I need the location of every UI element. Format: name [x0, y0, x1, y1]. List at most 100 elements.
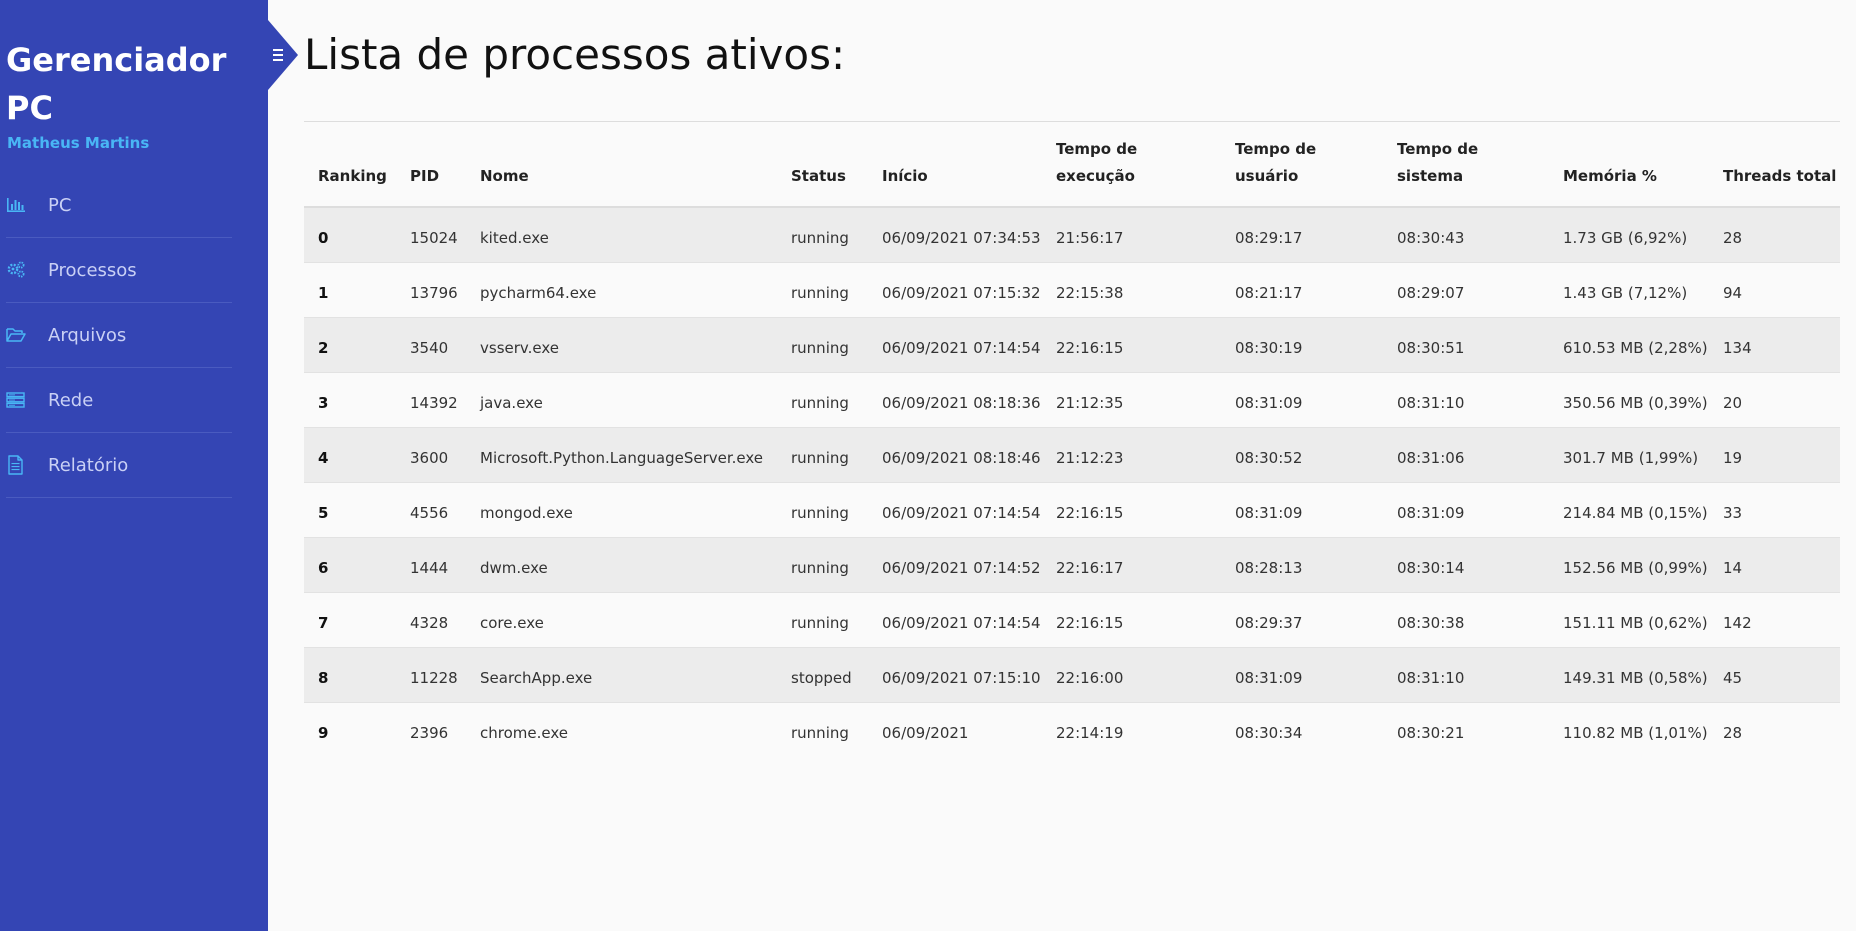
table-row[interactable]: 2 3540 vsserv.exe running 06/09/2021 07:14:5…	[304, 317, 1840, 373]
cell-nome: vsserv.exe	[466, 317, 777, 373]
table-row[interactable]: 1 13796 pycharm64.exe running 06/09/2021 07:…	[304, 262, 1840, 318]
table-row[interactable]: 8 11228 SearchApp.exe stopped 06/09/2021 07:…	[304, 647, 1840, 703]
sidebar-item-arquivos[interactable]: Arquivos	[6, 303, 232, 368]
bar-chart-icon	[6, 197, 48, 213]
cell-threads: 142	[1709, 592, 1840, 648]
table-header-row: Ranking PID Nome Status Início Tempo de …	[304, 121, 1840, 208]
cell-inicio: 06/09/2021 07:34:53	[868, 206, 1042, 263]
table-row[interactable]: 3 14392 java.exe running 06/09/2021 08:18:36…	[304, 372, 1840, 428]
col-header-inicio[interactable]: Início	[868, 121, 1042, 208]
cell-tempo-sistema: 08:31:10	[1383, 647, 1549, 703]
cell-threads: 20	[1709, 372, 1840, 428]
sidebar-item-label: Arquivos	[48, 324, 127, 346]
cell-tempo-usuario: 08:30:52	[1221, 427, 1383, 483]
cell-threads: 94	[1709, 262, 1840, 318]
cell-memoria: 610.53 MB (2,28%)	[1549, 317, 1709, 373]
col-header-status[interactable]: Status	[777, 121, 868, 208]
cell-threads: 33	[1709, 482, 1840, 538]
cell-inicio: 06/09/2021	[868, 702, 1042, 757]
author-name: Matheus Martins	[7, 134, 150, 152]
cell-tempo-usuario: 08:31:09	[1221, 482, 1383, 538]
cell-inicio: 06/09/2021 07:14:54	[868, 482, 1042, 538]
cell-tempo-execucao: 21:12:23	[1042, 427, 1221, 483]
cell-ranking: 7	[304, 592, 396, 648]
col-header-nome[interactable]: Nome	[466, 121, 777, 208]
cell-tempo-execucao: 22:14:19	[1042, 702, 1221, 757]
cell-ranking: 8	[304, 647, 396, 703]
sidebar-nav: PC Processos Arquivos Rede Relatório	[6, 173, 232, 498]
table-row[interactable]: 4 3600 Microsoft.Python.LanguageServer.exe…	[304, 427, 1840, 483]
sidebar-toggle-button[interactable]	[268, 20, 298, 90]
cell-status: running	[777, 262, 868, 318]
cell-pid: 11228	[396, 647, 466, 703]
app-brand[interactable]: Gerenciador PC	[6, 36, 246, 132]
cell-tempo-sistema: 08:31:06	[1383, 427, 1549, 483]
col-header-threads[interactable]: Threads total	[1709, 121, 1840, 208]
cell-nome: java.exe	[466, 372, 777, 428]
cell-ranking: 6	[304, 537, 396, 593]
col-header-memoria[interactable]: Memória %	[1549, 121, 1709, 208]
cell-pid: 1444	[396, 537, 466, 593]
cell-tempo-execucao: 22:15:38	[1042, 262, 1221, 318]
cell-nome: chrome.exe	[466, 702, 777, 757]
cell-nome: SearchApp.exe	[466, 647, 777, 703]
cell-status: running	[777, 317, 868, 373]
table-row[interactable]: 9 2396 chrome.exe running 06/09/2021 22:14:19…	[304, 702, 1840, 757]
sidebar-item-pc[interactable]: PC	[6, 173, 232, 238]
cell-tempo-usuario: 08:30:19	[1221, 317, 1383, 373]
cell-pid: 13796	[396, 262, 466, 318]
cell-inicio: 06/09/2021 07:15:10	[868, 647, 1042, 703]
menu-icon	[273, 49, 283, 61]
cell-memoria: 110.82 MB (1,01%)	[1549, 702, 1709, 757]
cell-pid: 2396	[396, 702, 466, 757]
cell-threads: 28	[1709, 702, 1840, 757]
col-header-tempo-sistema[interactable]: Tempo de sistema	[1383, 121, 1549, 208]
cell-inicio: 06/09/2021 07:14:54	[868, 317, 1042, 373]
cell-tempo-sistema: 08:30:14	[1383, 537, 1549, 593]
sidebar-item-processos[interactable]: Processos	[6, 238, 232, 303]
cell-threads: 14	[1709, 537, 1840, 593]
cell-status: running	[777, 537, 868, 593]
table-row[interactable]: 5 4556 mongod.exe running 06/09/2021 07:14:5…	[304, 482, 1840, 538]
cell-tempo-usuario: 08:30:34	[1221, 702, 1383, 757]
cell-tempo-sistema: 08:31:09	[1383, 482, 1549, 538]
sidebar-item-label: PC	[48, 194, 72, 216]
cell-ranking: 0	[304, 206, 396, 263]
col-header-tempo-execucao[interactable]: Tempo de execução	[1042, 121, 1221, 208]
cell-tempo-execucao: 21:12:35	[1042, 372, 1221, 428]
cell-nome: Microsoft.Python.LanguageServer.exe	[466, 427, 777, 483]
table-row[interactable]: 0 15024 kited.exe running 06/09/2021 07:34:5…	[304, 206, 1840, 263]
cell-nome: pycharm64.exe	[466, 262, 777, 318]
col-header-ranking[interactable]: Ranking	[304, 121, 396, 208]
cell-ranking: 2	[304, 317, 396, 373]
cell-tempo-usuario: 08:31:09	[1221, 372, 1383, 428]
server-icon	[6, 392, 48, 408]
cell-pid: 14392	[396, 372, 466, 428]
cell-inicio: 06/09/2021 07:15:32	[868, 262, 1042, 318]
cell-inicio: 06/09/2021 08:18:46	[868, 427, 1042, 483]
cell-status: running	[777, 206, 868, 263]
sidebar-item-relatorio[interactable]: Relatório	[6, 433, 232, 498]
cell-tempo-sistema: 08:31:10	[1383, 372, 1549, 428]
col-header-tempo-usuario[interactable]: Tempo de usuário	[1221, 121, 1383, 208]
cell-nome: kited.exe	[466, 206, 777, 263]
cell-memoria: 152.56 MB (0,99%)	[1549, 537, 1709, 593]
cell-ranking: 3	[304, 372, 396, 428]
folder-open-icon	[6, 327, 48, 343]
col-header-pid[interactable]: PID	[396, 121, 466, 208]
cell-tempo-usuario: 08:21:17	[1221, 262, 1383, 318]
document-icon	[6, 455, 48, 475]
cell-tempo-execucao: 22:16:15	[1042, 592, 1221, 648]
cell-tempo-sistema: 08:29:07	[1383, 262, 1549, 318]
cell-memoria: 151.11 MB (0,62%)	[1549, 592, 1709, 648]
sidebar-item-label: Relatório	[48, 454, 129, 476]
cell-memoria: 1.73 GB (6,92%)	[1549, 206, 1709, 263]
sidebar-item-rede[interactable]: Rede	[6, 368, 232, 433]
cell-pid: 3600	[396, 427, 466, 483]
table-row[interactable]: 6 1444 dwm.exe running 06/09/2021 07:14:52 22…	[304, 537, 1840, 593]
cell-memoria: 301.7 MB (1,99%)	[1549, 427, 1709, 483]
cell-status: running	[777, 702, 868, 757]
cell-status: stopped	[777, 647, 868, 703]
table-row[interactable]: 7 4328 core.exe running 06/09/2021 07:14:54 2…	[304, 592, 1840, 648]
cell-tempo-usuario: 08:29:37	[1221, 592, 1383, 648]
